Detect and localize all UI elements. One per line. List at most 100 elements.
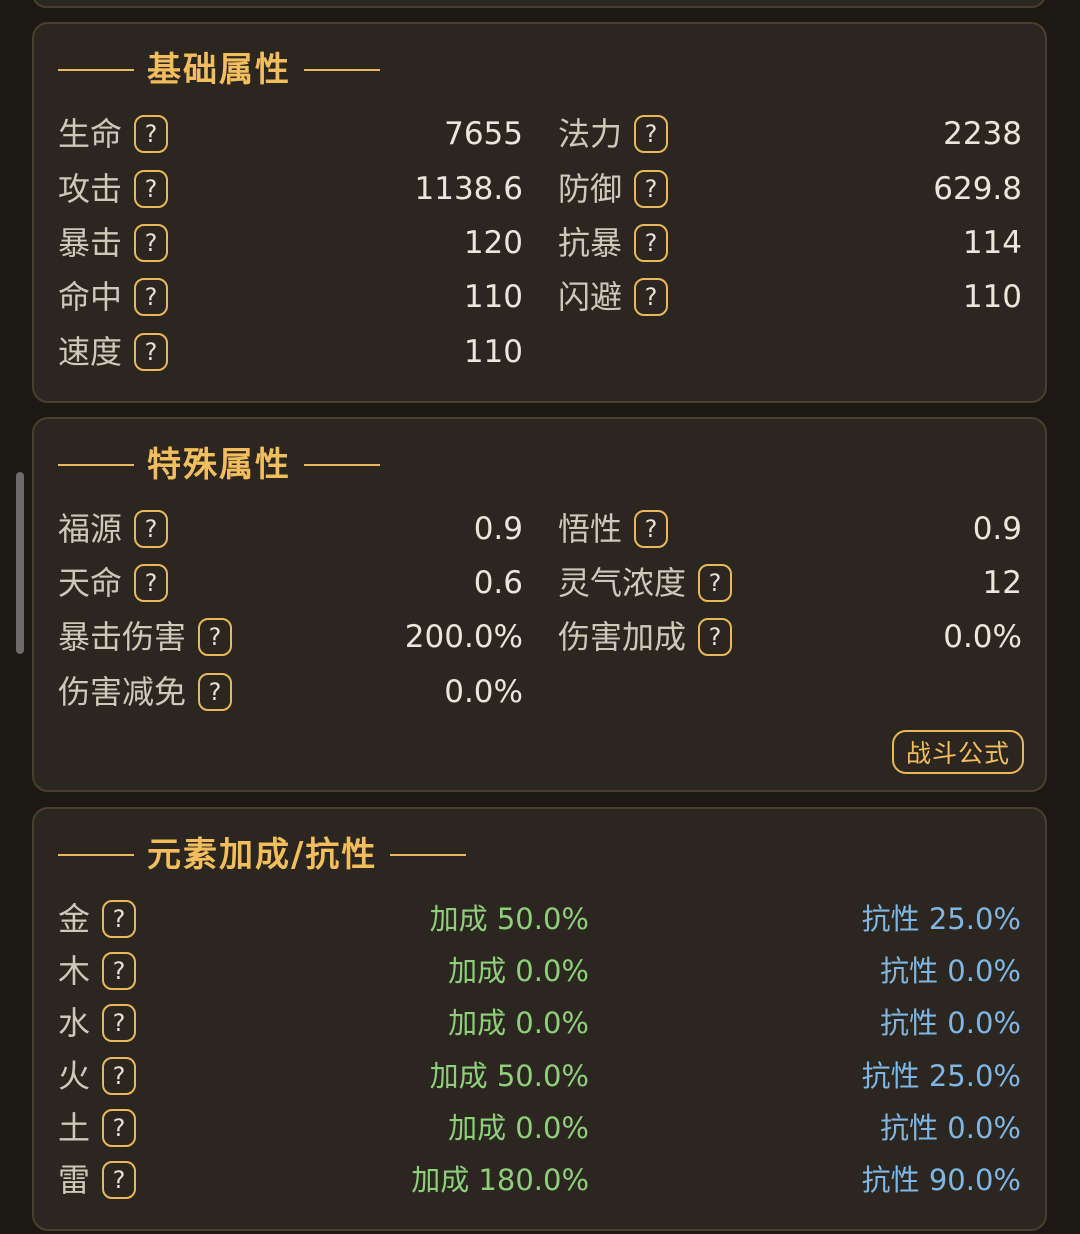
help-icon[interactable]: ? — [134, 510, 169, 548]
element-resist-metal: 抗性 25.0% — [861, 902, 1021, 936]
element-label: 水 — [58, 1004, 91, 1042]
help-icon[interactable]: ? — [102, 1109, 137, 1147]
element-bonus-resist-panel: 元素加成/抗性 金 ? 加成 50.0% 抗性 25.0% 木 ? 加成 0.0… — [32, 807, 1047, 1231]
basic-attributes-header: 基础属性 — [58, 48, 380, 92]
help-icon[interactable]: ? — [102, 900, 137, 938]
element-row-wood: 木 ? — [58, 949, 137, 993]
stat-value-damage-bonus: 0.0% — [943, 619, 1022, 655]
stat-row-defense: 防御 ? — [558, 167, 669, 211]
stat-row-speed: 速度 ? — [58, 330, 169, 374]
special-attributes-title: 特殊属性 — [147, 445, 291, 485]
stat-value-speed: 110 — [463, 334, 523, 370]
element-bonus-thunder: 加成 180.0% — [411, 1163, 589, 1197]
stat-label: 命中 — [58, 278, 123, 316]
help-icon[interactable]: ? — [134, 278, 169, 316]
element-label: 木 — [58, 952, 91, 990]
help-icon[interactable]: ? — [134, 115, 169, 153]
stat-label: 抗暴 — [558, 224, 623, 262]
help-icon[interactable]: ? — [134, 224, 169, 262]
basic-attributes-title: 基础属性 — [147, 50, 291, 90]
element-label: 金 — [58, 900, 91, 938]
help-icon[interactable]: ? — [198, 673, 233, 711]
help-icon[interactable]: ? — [102, 1004, 137, 1042]
stat-row-crit-resist: 抗暴 ? — [558, 221, 669, 265]
stat-value-crit-damage: 200.0% — [404, 619, 523, 655]
stat-label: 暴击伤害 — [58, 618, 187, 656]
element-row-thunder: 雷 ? — [58, 1158, 137, 1202]
help-icon[interactable]: ? — [634, 510, 669, 548]
element-bonus-fire: 加成 50.0% — [429, 1059, 589, 1093]
stat-label: 悟性 — [558, 510, 623, 548]
help-icon[interactable]: ? — [634, 115, 669, 153]
stat-value-spirit-density: 12 — [982, 565, 1022, 601]
help-icon[interactable]: ? — [134, 170, 169, 208]
stat-row-spirit-density: 灵气浓度 ? — [558, 561, 733, 605]
stat-row-accuracy: 命中 ? — [58, 275, 169, 319]
stat-label: 暴击 — [58, 224, 123, 262]
element-header: 元素加成/抗性 — [58, 833, 467, 877]
help-icon[interactable]: ? — [134, 564, 169, 602]
element-bonus-water: 加成 0.0% — [448, 1006, 589, 1040]
help-icon[interactable]: ? — [698, 618, 733, 656]
stat-row-damage-bonus: 伤害加成 ? — [558, 615, 733, 659]
character-attributes-page: 基础属性 生命 ? 7655 攻击 ? 1138.6 暴击 ? 120 命中 ?… — [0, 0, 1080, 1234]
header-divider-left — [58, 464, 134, 466]
stat-value-hp: 7655 — [444, 116, 523, 152]
stat-value-destiny: 0.6 — [473, 565, 523, 601]
help-icon[interactable]: ? — [198, 618, 233, 656]
stat-value-accuracy: 110 — [463, 279, 523, 315]
header-divider-right — [304, 69, 380, 71]
header-divider-left — [58, 69, 134, 71]
element-row-water: 水 ? — [58, 1001, 137, 1045]
element-row-earth: 土 ? — [58, 1106, 137, 1150]
scrollbar-thumb[interactable] — [16, 472, 24, 654]
stat-row-hp: 生命 ? — [58, 112, 169, 156]
help-icon[interactable]: ? — [102, 952, 137, 990]
stat-value-fortune: 0.9 — [473, 511, 523, 547]
stat-label: 福源 — [58, 510, 123, 548]
stat-label: 防御 — [558, 170, 623, 208]
stat-row-crit-damage: 暴击伤害 ? — [58, 615, 233, 659]
stat-value-mana: 2238 — [943, 116, 1022, 152]
stat-row-comprehension: 悟性 ? — [558, 507, 669, 551]
stat-row-mana: 法力 ? — [558, 112, 669, 156]
element-bonus-metal: 加成 50.0% — [429, 902, 589, 936]
help-icon[interactable]: ? — [102, 1057, 137, 1095]
element-title: 元素加成/抗性 — [147, 835, 378, 875]
stat-label: 天命 — [58, 564, 123, 602]
stat-label: 速度 — [58, 333, 123, 371]
element-label: 土 — [58, 1109, 91, 1147]
element-resist-earth: 抗性 0.0% — [880, 1111, 1021, 1145]
element-bonus-wood: 加成 0.0% — [448, 954, 589, 988]
element-row-fire: 火 ? — [58, 1054, 137, 1098]
stat-label: 法力 — [558, 115, 623, 153]
stat-label: 闪避 — [558, 278, 623, 316]
stat-row-dodge: 闪避 ? — [558, 275, 669, 319]
stat-label: 攻击 — [58, 170, 123, 208]
stat-row-crit: 暴击 ? — [58, 221, 169, 265]
element-resist-wood: 抗性 0.0% — [880, 954, 1021, 988]
stat-row-attack: 攻击 ? — [58, 167, 169, 211]
element-label: 火 — [58, 1057, 91, 1095]
stat-value-defense: 629.8 — [933, 171, 1022, 207]
element-resist-thunder: 抗性 90.0% — [861, 1163, 1021, 1197]
special-attributes-panel: 特殊属性 福源 ? 0.9 天命 ? 0.6 暴击伤害 ? 200.0% 伤害减… — [32, 417, 1047, 792]
help-icon[interactable]: ? — [634, 170, 669, 208]
battle-formula-button[interactable]: 战斗公式 — [892, 730, 1024, 774]
element-bonus-earth: 加成 0.0% — [448, 1111, 589, 1145]
help-icon[interactable]: ? — [634, 278, 669, 316]
help-icon[interactable]: ? — [102, 1161, 137, 1199]
stat-label: 伤害减免 — [58, 673, 187, 711]
stat-row-damage-reduction: 伤害减免 ? — [58, 670, 233, 714]
help-icon[interactable]: ? — [134, 333, 169, 371]
special-attributes-header: 特殊属性 — [58, 443, 380, 487]
element-label: 雷 — [58, 1161, 91, 1199]
stat-value-damage-reduction: 0.0% — [444, 674, 523, 710]
help-icon[interactable]: ? — [698, 564, 733, 602]
element-resist-water: 抗性 0.0% — [880, 1006, 1021, 1040]
basic-attributes-panel: 基础属性 生命 ? 7655 攻击 ? 1138.6 暴击 ? 120 命中 ?… — [32, 22, 1047, 403]
stat-label: 伤害加成 — [558, 618, 687, 656]
help-icon[interactable]: ? — [634, 224, 669, 262]
previous-panel-edge — [32, 0, 1046, 8]
stat-value-crit: 120 — [463, 225, 523, 261]
